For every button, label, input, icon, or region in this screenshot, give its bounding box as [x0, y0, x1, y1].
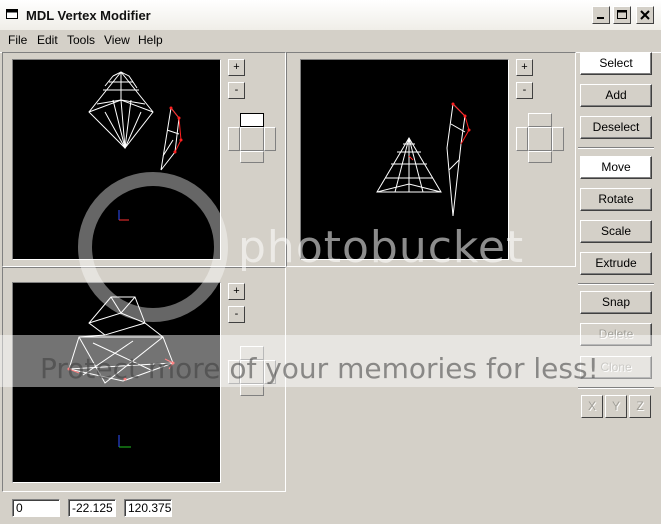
- close-button[interactable]: [636, 6, 654, 24]
- pan-up-button[interactable]: [240, 113, 264, 127]
- front-viewport-mesh: [88, 71, 183, 221]
- axis-y-button[interactable]: Y: [605, 395, 627, 418]
- front-viewport[interactable]: [12, 59, 221, 260]
- scale-button[interactable]: Scale: [580, 220, 652, 243]
- title-bar[interactable]: MDL Vertex Modifier: [0, 0, 661, 31]
- menu-tools[interactable]: Tools: [67, 33, 95, 47]
- side-pan-pad[interactable]: [516, 113, 566, 163]
- pan-up-button[interactable]: [528, 113, 552, 127]
- menu-edit[interactable]: Edit: [37, 33, 58, 47]
- minimize-button[interactable]: [592, 6, 610, 24]
- tool-separator: [578, 387, 654, 389]
- top-zoom-out-button[interactable]: -: [228, 306, 245, 323]
- tool-separator: [578, 283, 654, 285]
- pan-right-button[interactable]: [552, 127, 564, 151]
- axis-z-button[interactable]: Z: [629, 395, 651, 418]
- maximize-button[interactable]: [613, 6, 631, 24]
- pan-left-button[interactable]: [228, 360, 240, 384]
- pan-right-button[interactable]: [264, 127, 276, 151]
- pan-up-button[interactable]: [240, 346, 264, 360]
- top-viewport[interactable]: [12, 282, 221, 483]
- select-button[interactable]: Select: [580, 52, 652, 75]
- front-zoom-out-button[interactable]: -: [228, 82, 245, 99]
- side-zoom-out-button[interactable]: -: [516, 82, 533, 99]
- side-viewport-mesh: [376, 102, 471, 217]
- side-zoom-in-button[interactable]: +: [516, 59, 533, 76]
- menu-help[interactable]: Help: [138, 33, 163, 47]
- window-title: MDL Vertex Modifier: [26, 8, 151, 23]
- pan-down-button[interactable]: [240, 151, 264, 163]
- menu-view[interactable]: View: [104, 33, 130, 47]
- clone-button[interactable]: Clone: [580, 356, 652, 379]
- add-button[interactable]: Add: [580, 84, 652, 107]
- deselect-button[interactable]: Deselect: [580, 116, 652, 139]
- move-button[interactable]: Move: [580, 156, 652, 179]
- side-viewport[interactable]: [300, 59, 509, 260]
- app-icon: [6, 8, 18, 20]
- top-pan-pad[interactable]: [228, 346, 278, 396]
- menu-file[interactable]: File: [8, 33, 27, 47]
- pan-right-button[interactable]: [264, 360, 276, 384]
- pan-down-button[interactable]: [240, 384, 264, 396]
- extrude-button[interactable]: Extrude: [580, 252, 652, 275]
- pan-left-button[interactable]: [516, 127, 528, 151]
- axis-x-button[interactable]: X: [581, 395, 603, 418]
- snap-button[interactable]: Snap: [580, 291, 652, 314]
- pan-center: [240, 360, 264, 384]
- tool-separator: [578, 147, 654, 149]
- coord-y-field[interactable]: -22.125: [68, 499, 116, 517]
- pan-center: [240, 127, 264, 151]
- front-zoom-in-button[interactable]: +: [228, 59, 245, 76]
- coord-x-field[interactable]: 0: [12, 499, 60, 517]
- delete-button[interactable]: Delete: [580, 323, 652, 346]
- top-viewport-mesh: [67, 296, 175, 448]
- rotate-button[interactable]: Rotate: [580, 188, 652, 211]
- pan-center: [528, 127, 552, 151]
- menu-bar: File Edit Tools View Help: [0, 30, 661, 53]
- coord-z-field[interactable]: 120.375: [124, 499, 172, 517]
- pan-left-button[interactable]: [228, 127, 240, 151]
- pan-down-button[interactable]: [528, 151, 552, 163]
- top-zoom-in-button[interactable]: +: [228, 283, 245, 300]
- front-pan-pad[interactable]: [228, 113, 278, 163]
- app-window: MDL Vertex Modifier File Edit Tools View…: [0, 0, 661, 524]
